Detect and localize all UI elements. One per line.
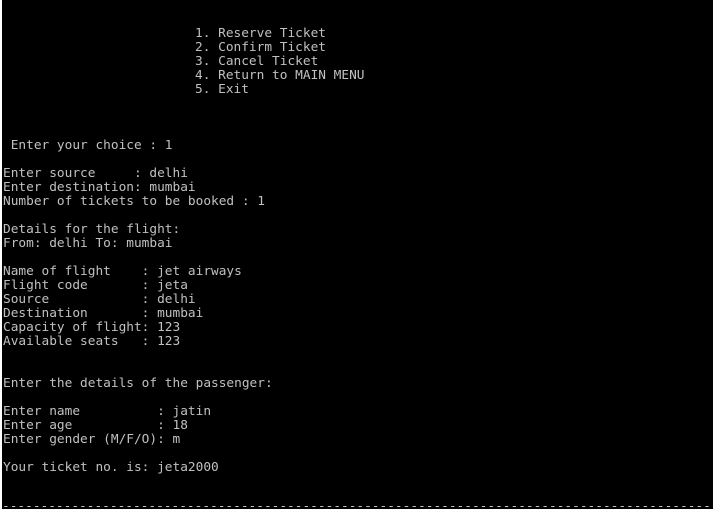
passenger-details-heading: Enter the details of the passenger: (3, 376, 273, 391)
flight-destination-line: Destination : mumbai (3, 306, 204, 321)
flight-details-heading: Details for the flight: (3, 222, 181, 237)
destination-prompt: Enter destination: mumbai (3, 180, 196, 195)
menu-item-reserve-ticket: 1. Reserve Ticket (195, 26, 326, 41)
tickets-prompt: Number of tickets to be booked : 1 (3, 194, 265, 209)
passenger-name-prompt: Enter name : jatin (3, 404, 212, 419)
route-line: From: delhi To: mumbai (3, 236, 173, 251)
flight-code-line: Flight code : jeta (3, 278, 188, 293)
choice-prompt: Enter your choice : 1 (3, 138, 173, 153)
menu-item-return-main-menu: 4. Return to MAIN MENU (195, 68, 365, 83)
flight-capacity-line: Capacity of flight: 123 (3, 320, 181, 335)
console-window[interactable]: 1. Reserve Ticket 2. Confirm Ticket 3. C… (2, 0, 713, 509)
ticket-number-line: Your ticket no. is: jeta2000 (3, 460, 219, 475)
passenger-gender-prompt: Enter gender (M/F/O): m (3, 432, 181, 447)
separator-line: ----------------------------------------… (2, 499, 713, 510)
flight-name-line: Name of flight : jet airways (3, 264, 242, 279)
menu-item-cancel-ticket: 3. Cancel Ticket (195, 54, 319, 69)
passenger-age-prompt: Enter age : 18 (3, 418, 188, 433)
flight-source-line: Source : delhi (3, 292, 196, 307)
available-seats-line: Available seats : 123 (3, 334, 181, 349)
menu-item-exit: 5. Exit (195, 82, 249, 97)
source-prompt: Enter source : delhi (3, 166, 188, 181)
menu-item-confirm-ticket: 2. Confirm Ticket (195, 40, 326, 55)
